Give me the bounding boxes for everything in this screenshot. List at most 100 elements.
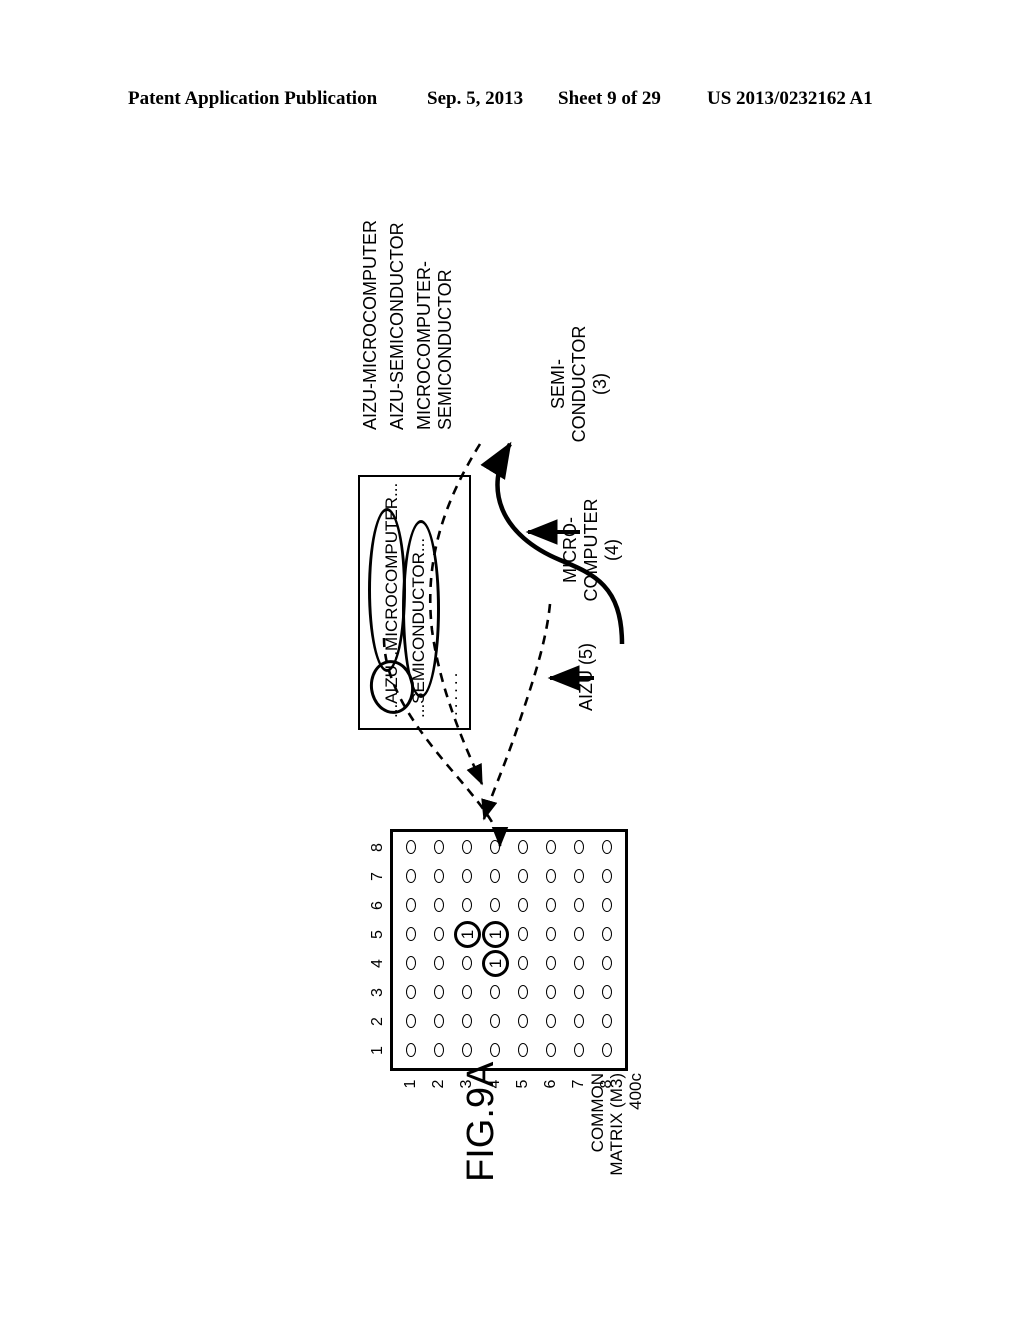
- matrix-cell: [509, 920, 537, 949]
- circle-highlight-semiconductor-icon: [402, 520, 440, 698]
- matrix-cell-value-zero: [490, 898, 500, 913]
- term-label-aizu: AIZU (5): [576, 643, 596, 712]
- matrix-cell: [565, 949, 593, 978]
- matrix-cell: [481, 833, 509, 862]
- matrix-cell: [397, 1007, 425, 1036]
- matrix-cell-value-one: 1: [481, 921, 509, 948]
- matrix-cell: [453, 862, 481, 891]
- matrix-cell: [565, 833, 593, 862]
- matrix-cell-value-zero: [602, 840, 612, 855]
- matrix-grid: 111: [397, 833, 621, 1065]
- matrix-cell: [425, 833, 453, 862]
- pair-label-aizu-semiconductor: AIZU-SEMICONDUCTOR: [387, 222, 407, 430]
- matrix-cell: [537, 1036, 565, 1065]
- matrix-cell-value-zero: [490, 869, 500, 884]
- matrix-cell: [593, 862, 621, 891]
- matrix-cell: [565, 978, 593, 1007]
- matrix-row-label: 8: [598, 1079, 615, 1089]
- matrix-cell-value-zero: [490, 1014, 500, 1029]
- matrix-cell: [453, 978, 481, 1007]
- matrix-cell: [481, 1007, 509, 1036]
- matrix-cell-value-zero: [602, 898, 612, 913]
- matrix-cell-value-zero: [434, 985, 444, 1000]
- matrix-cell-value-zero: [546, 927, 556, 942]
- matrix-cell-value-zero: [546, 1043, 556, 1058]
- matrix-cell-value-zero: [574, 1043, 584, 1058]
- matrix-col-label: 7: [369, 872, 386, 881]
- matrix-cell-value-zero: [546, 840, 556, 855]
- matrix-cell: [481, 891, 509, 920]
- matrix-cell-value-zero: [546, 985, 556, 1000]
- matrix-cell-value-zero: [462, 956, 472, 971]
- pair-label-aizu-microcomputer: AIZU-MICROCOMPUTER: [360, 220, 380, 430]
- matrix-cell-value-zero: [602, 985, 612, 1000]
- matrix-cell-value-zero: [546, 869, 556, 884]
- matrix-cell-value-zero: [462, 985, 472, 1000]
- matrix-cell-value-one: 1: [481, 950, 509, 977]
- matrix-cell-value-zero: [434, 956, 444, 971]
- matrix-cell-value-zero: [406, 840, 416, 855]
- matrix-cell-value-zero: [462, 1043, 472, 1058]
- matrix-cell-value-zero: [518, 956, 528, 971]
- header-date-text: Sep. 5, 2013: [427, 88, 524, 109]
- matrix-cell: [425, 949, 453, 978]
- matrix-cell-value-zero: [518, 985, 528, 1000]
- matrix-cell: [425, 1036, 453, 1065]
- matrix-cell: [537, 862, 565, 891]
- matrix-cell: [593, 891, 621, 920]
- matrix-row-headers: 1 2 3 4 5 6 7 8: [397, 1073, 621, 1095]
- matrix-cell: [509, 949, 537, 978]
- matrix-cell: [453, 891, 481, 920]
- matrix-row-label: 3: [458, 1079, 475, 1089]
- matrix-cell-value-zero: [462, 898, 472, 913]
- circle-highlight-microcomputer-icon: [368, 508, 406, 672]
- matrix-cell-value-zero: [518, 1014, 528, 1029]
- matrix-cell-value-zero: [602, 1014, 612, 1029]
- matrix-cell-value-zero: [406, 956, 416, 971]
- matrix-cell: [565, 891, 593, 920]
- matrix-cell: [593, 949, 621, 978]
- matrix-cell: [565, 1007, 593, 1036]
- matrix-cell-value-zero: [602, 956, 612, 971]
- matrix-cell-value-zero: [490, 1043, 500, 1058]
- matrix-cell: [537, 833, 565, 862]
- matrix-cell-value-zero: [406, 985, 416, 1000]
- matrix-col-label: 4: [369, 959, 386, 968]
- matrix-cell-value-zero: [434, 869, 444, 884]
- header-sheet-text: Sheet 9 of 29: [558, 88, 661, 109]
- matrix-cell: [509, 978, 537, 1007]
- matrix-cell: [481, 978, 509, 1007]
- matrix-cell-value-zero: [574, 927, 584, 942]
- matrix-cell-value-zero: [434, 1043, 444, 1058]
- matrix-cell: [397, 978, 425, 1007]
- matrix-row-label: 2: [430, 1079, 447, 1089]
- matrix-row-label: 4: [486, 1079, 503, 1089]
- matrix-col-label: 5: [369, 930, 386, 939]
- matrix-caption: COMMON MATRIX (M3) 400c: [588, 1073, 645, 1176]
- matrix-cell-value-one: 1: [453, 921, 481, 948]
- matrix-cell: [565, 1036, 593, 1065]
- matrix-col-label: 6: [369, 901, 386, 910]
- matrix-cell-value-zero: [602, 927, 612, 942]
- matrix-cell-value-zero: [574, 869, 584, 884]
- matrix-cell-value-zero: [602, 1043, 612, 1058]
- matrix-row-label: 7: [570, 1079, 587, 1089]
- matrix-cell-value-zero: [434, 1014, 444, 1029]
- matrix-cell: [397, 920, 425, 949]
- document-text-box: ...AIZU...MICROCOMPUTER... ...SEMICONDUC…: [358, 475, 471, 730]
- matrix-cell-value-zero: [406, 1043, 416, 1058]
- matrix-cell-value-zero: [546, 1014, 556, 1029]
- matrix-cell: [509, 1007, 537, 1036]
- matrix-cell: 1: [453, 920, 481, 949]
- matrix-col-label: 2: [369, 1017, 386, 1026]
- matrix-column-headers: 1 2 3 4 5 6 7 8: [369, 833, 388, 1065]
- matrix-cell: [509, 862, 537, 891]
- common-matrix-block: COMMON MATRIX (M3) 400c 1 2 3 4 5 6 7 8 …: [369, 795, 660, 1176]
- matrix-cell-value-zero: [518, 898, 528, 913]
- pair-label-microcomputer-semiconductor: MICROCOMPUTER- SEMICONDUCTOR: [414, 261, 455, 430]
- figure-rotated-canvas: FIG.9A COMMON MATRIX (M3) 400c 1 2 3 4 5…: [332, 150, 692, 1250]
- matrix-row-label: 5: [514, 1079, 531, 1089]
- matrix-cell: 1: [481, 949, 509, 978]
- matrix-cell: [397, 949, 425, 978]
- matrix-cell-value-zero: [462, 869, 472, 884]
